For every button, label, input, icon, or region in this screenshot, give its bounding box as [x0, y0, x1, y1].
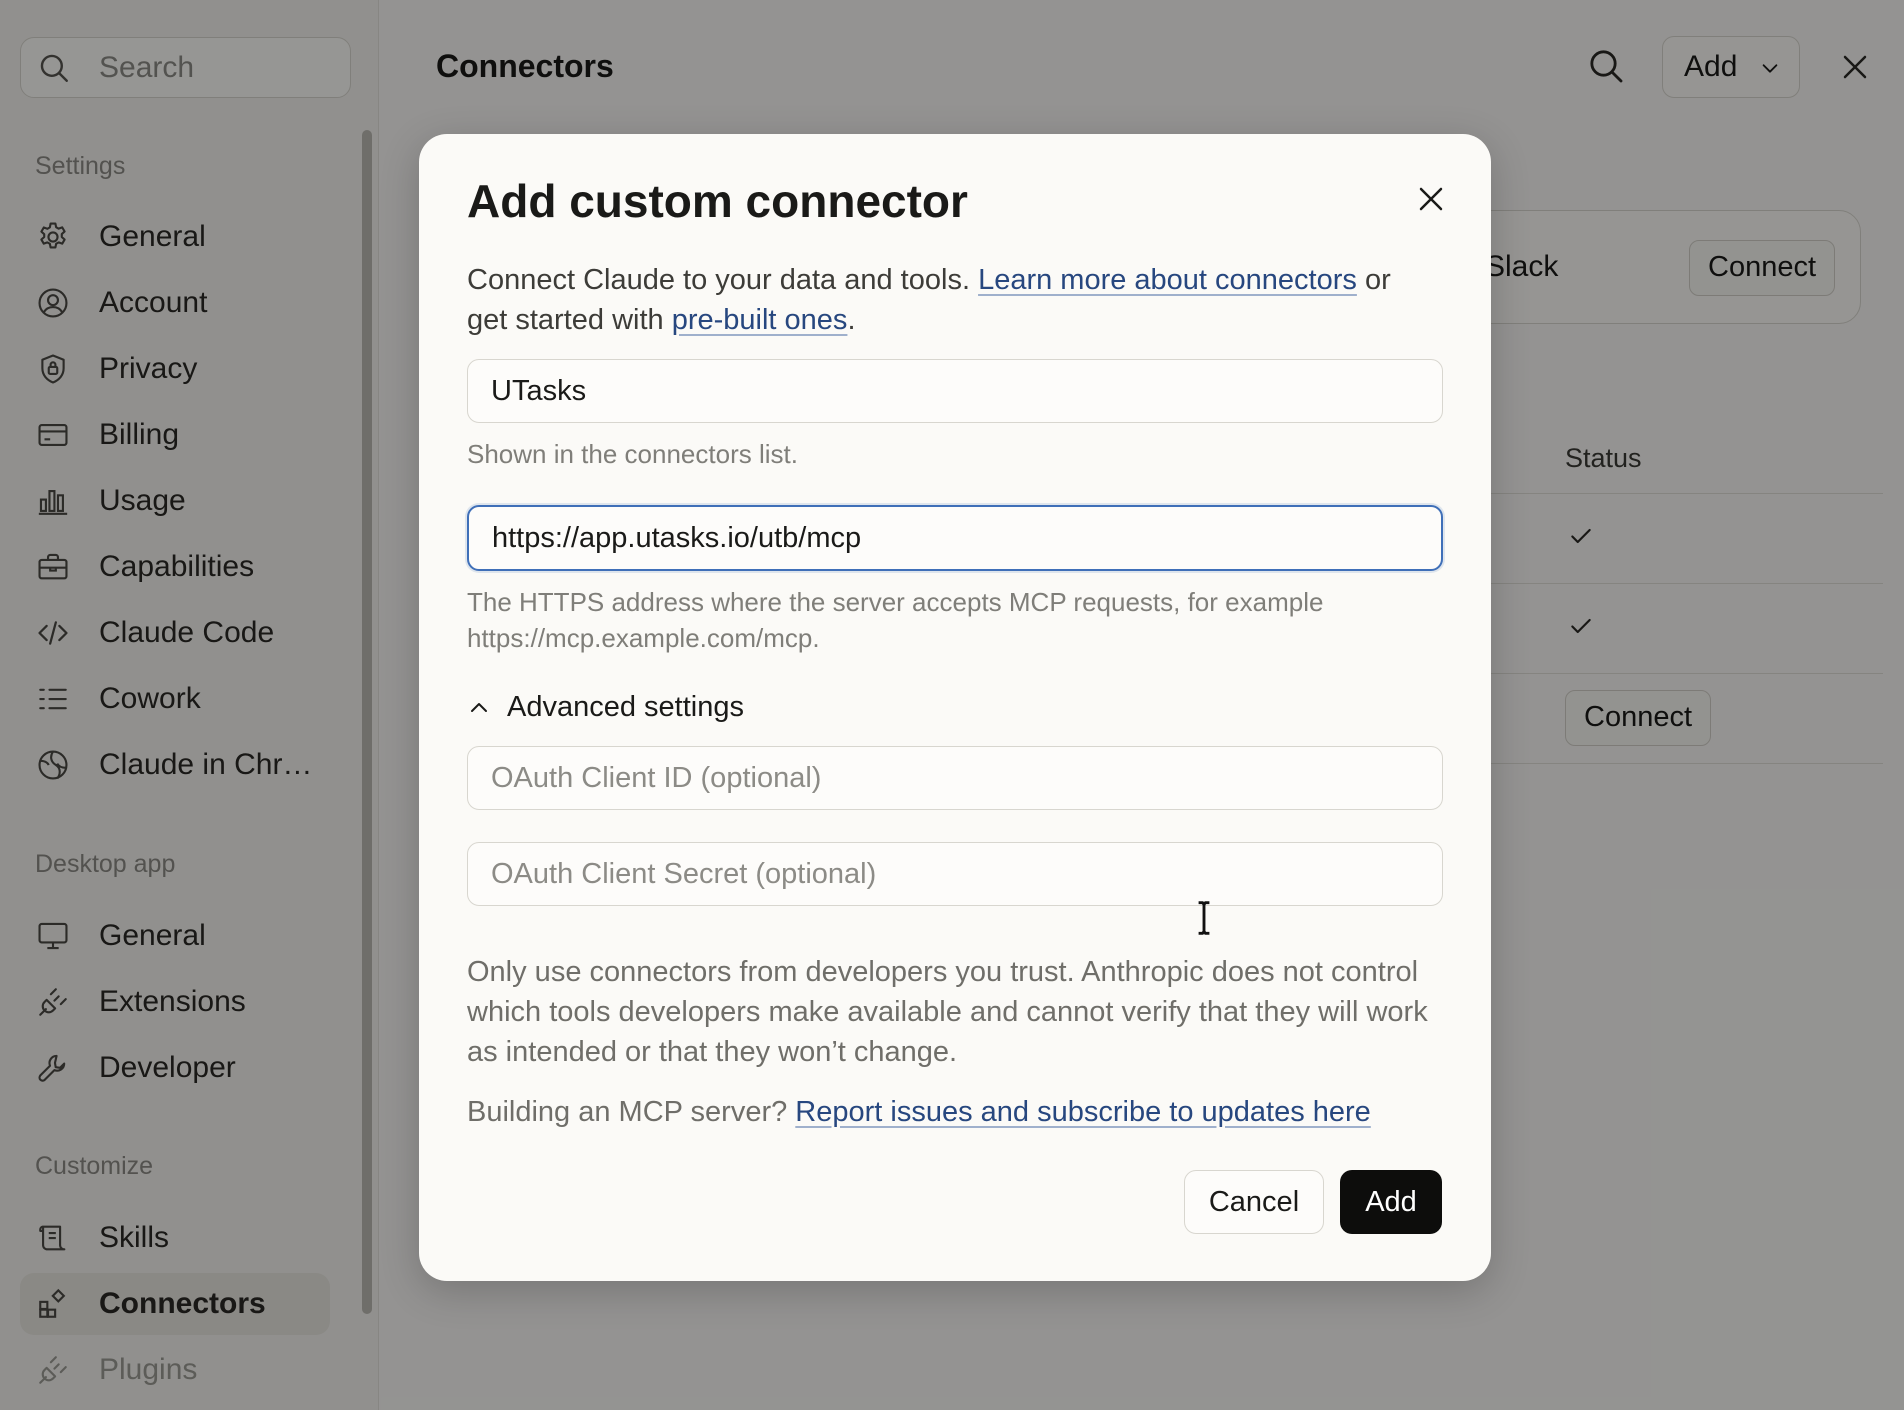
url-hint: The HTTPS address where the server accep… — [467, 587, 1324, 653]
trust-warning: Only use connectors from developers you … — [467, 956, 1428, 1068]
name-hint: Shown in the connectors list. — [467, 439, 798, 469]
dialog-description: Connect Claude to your data and tools. L… — [467, 260, 1427, 340]
text-cursor-icon — [1195, 900, 1213, 936]
advanced-settings-toggle[interactable]: Advanced settings — [467, 686, 744, 728]
description-text: Connect Claude to your data and tools. — [467, 264, 979, 296]
cancel-button[interactable]: Cancel — [1184, 1170, 1324, 1234]
learn-more-link[interactable]: Learn more about connectors — [978, 264, 1357, 296]
dialog-title: Add custom connector — [467, 175, 968, 227]
connector-name-input[interactable] — [467, 359, 1443, 423]
report-issues-link[interactable]: Report issues and subscribe to updates h… — [795, 1096, 1371, 1128]
add-button[interactable]: Add — [1340, 1170, 1442, 1234]
mcp-server-note: Building an MCP server? Report issues an… — [467, 1096, 1371, 1129]
advanced-settings-label: Advanced settings — [507, 690, 744, 723]
description-text: . — [847, 304, 856, 336]
oauth-client-id-input[interactable] — [467, 746, 1443, 810]
oauth-client-secret-input[interactable] — [467, 842, 1443, 906]
close-icon[interactable] — [1416, 184, 1446, 214]
pre-built-link[interactable]: pre-built ones — [672, 304, 848, 336]
server-url-input[interactable] — [467, 505, 1443, 571]
chevron-up-icon — [467, 695, 491, 719]
mcp-note-text: Building an MCP server? — [467, 1096, 796, 1128]
add-custom-connector-dialog: Add custom connector Connect Claude to y… — [419, 134, 1491, 1281]
